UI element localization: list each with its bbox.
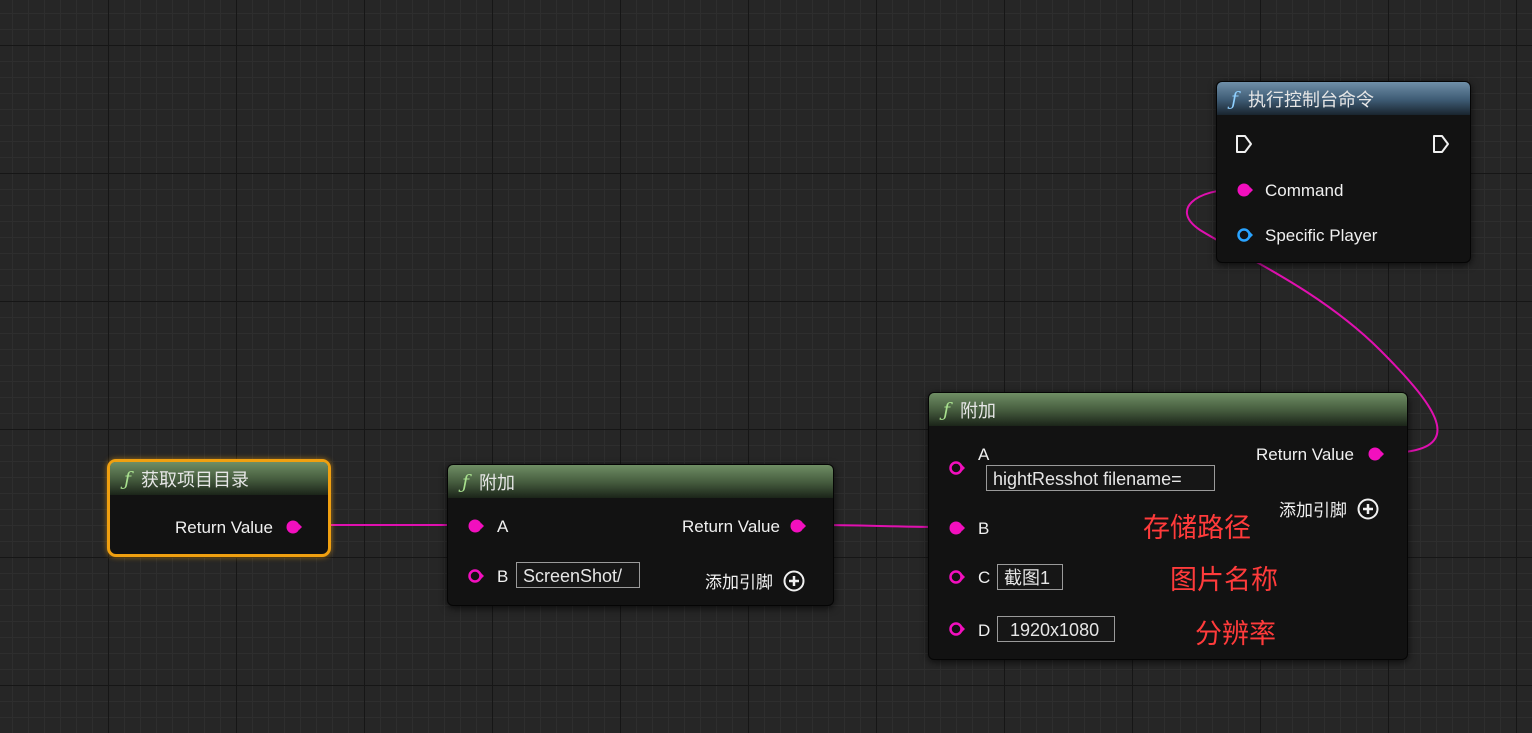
node-header: ƒ 附加	[929, 393, 1407, 426]
string-pin-icon[interactable]	[949, 460, 965, 476]
node-get-project-directory[interactable]: ƒ 获取项目目录 Return Value	[107, 459, 331, 557]
string-pin-icon[interactable]	[286, 519, 302, 535]
function-icon: ƒ	[124, 467, 132, 490]
function-icon: ƒ	[1231, 87, 1239, 110]
pin-a-label: A	[497, 517, 509, 536]
exec-pin-icon[interactable]	[1235, 134, 1253, 154]
return-value-label: Return Value	[1256, 445, 1354, 464]
add-pin-icon	[783, 570, 805, 591]
pin-c-input[interactable]: 截图1	[997, 564, 1063, 590]
specific-player-label: Specific Player	[1265, 226, 1378, 245]
string-pin-icon[interactable]	[949, 621, 965, 637]
pin-b-label: B	[497, 567, 509, 586]
function-icon: ƒ	[943, 398, 951, 421]
node-header: ƒ 执行控制台命令	[1217, 82, 1470, 115]
object-pin-icon[interactable]	[1237, 227, 1253, 243]
pin-d-input[interactable]: 1920x1080	[997, 616, 1115, 642]
string-pin-icon[interactable]	[468, 568, 484, 584]
node-header: ƒ 附加	[448, 465, 833, 498]
add-pin-label: 添加引脚	[705, 573, 773, 592]
add-pin-icon	[1357, 498, 1379, 519]
annotation-image-name: 图片名称	[1170, 565, 1278, 595]
node-header: ƒ 获取项目目录	[110, 462, 328, 495]
return-value-label: Return Value	[175, 518, 273, 537]
add-pin-button[interactable]: 添加引脚	[1279, 496, 1379, 521]
annotation-storage-path: 存储路径	[1143, 513, 1251, 543]
node-title: 附加	[479, 472, 516, 493]
pin-c-label: C	[978, 568, 991, 587]
pin-b-label: B	[978, 519, 990, 538]
node-title: 执行控制台命令	[1248, 89, 1375, 110]
string-pin-icon[interactable]	[1237, 182, 1253, 198]
add-pin-button[interactable]: 添加引脚	[705, 568, 805, 593]
function-icon: ƒ	[462, 470, 470, 493]
command-label: Command	[1265, 181, 1344, 200]
node-append-1[interactable]: ƒ 附加 A B ScreenShot/ Return Value 添加引脚	[447, 464, 834, 606]
pin-b-input[interactable]: ScreenShot/	[516, 562, 640, 588]
annotation-resolution: 分辨率	[1195, 619, 1276, 649]
pin-d-label: D	[978, 621, 991, 640]
string-pin-icon[interactable]	[949, 520, 965, 536]
node-execute-console-command[interactable]: ƒ 执行控制台命令 Command Specific Player	[1216, 81, 1471, 263]
exec-pin-icon[interactable]	[1432, 134, 1450, 154]
node-title: 获取项目目录	[141, 469, 250, 490]
node-title: 附加	[960, 400, 997, 421]
return-value-label: Return Value	[682, 517, 780, 536]
pin-a-label: A	[978, 445, 990, 464]
string-pin-icon[interactable]	[790, 518, 806, 534]
string-pin-icon[interactable]	[1368, 446, 1384, 462]
string-pin-icon[interactable]	[949, 569, 965, 585]
add-pin-label: 添加引脚	[1279, 501, 1347, 520]
pin-a-input[interactable]: hightResshot filename=	[986, 465, 1215, 491]
string-pin-icon[interactable]	[468, 518, 484, 534]
